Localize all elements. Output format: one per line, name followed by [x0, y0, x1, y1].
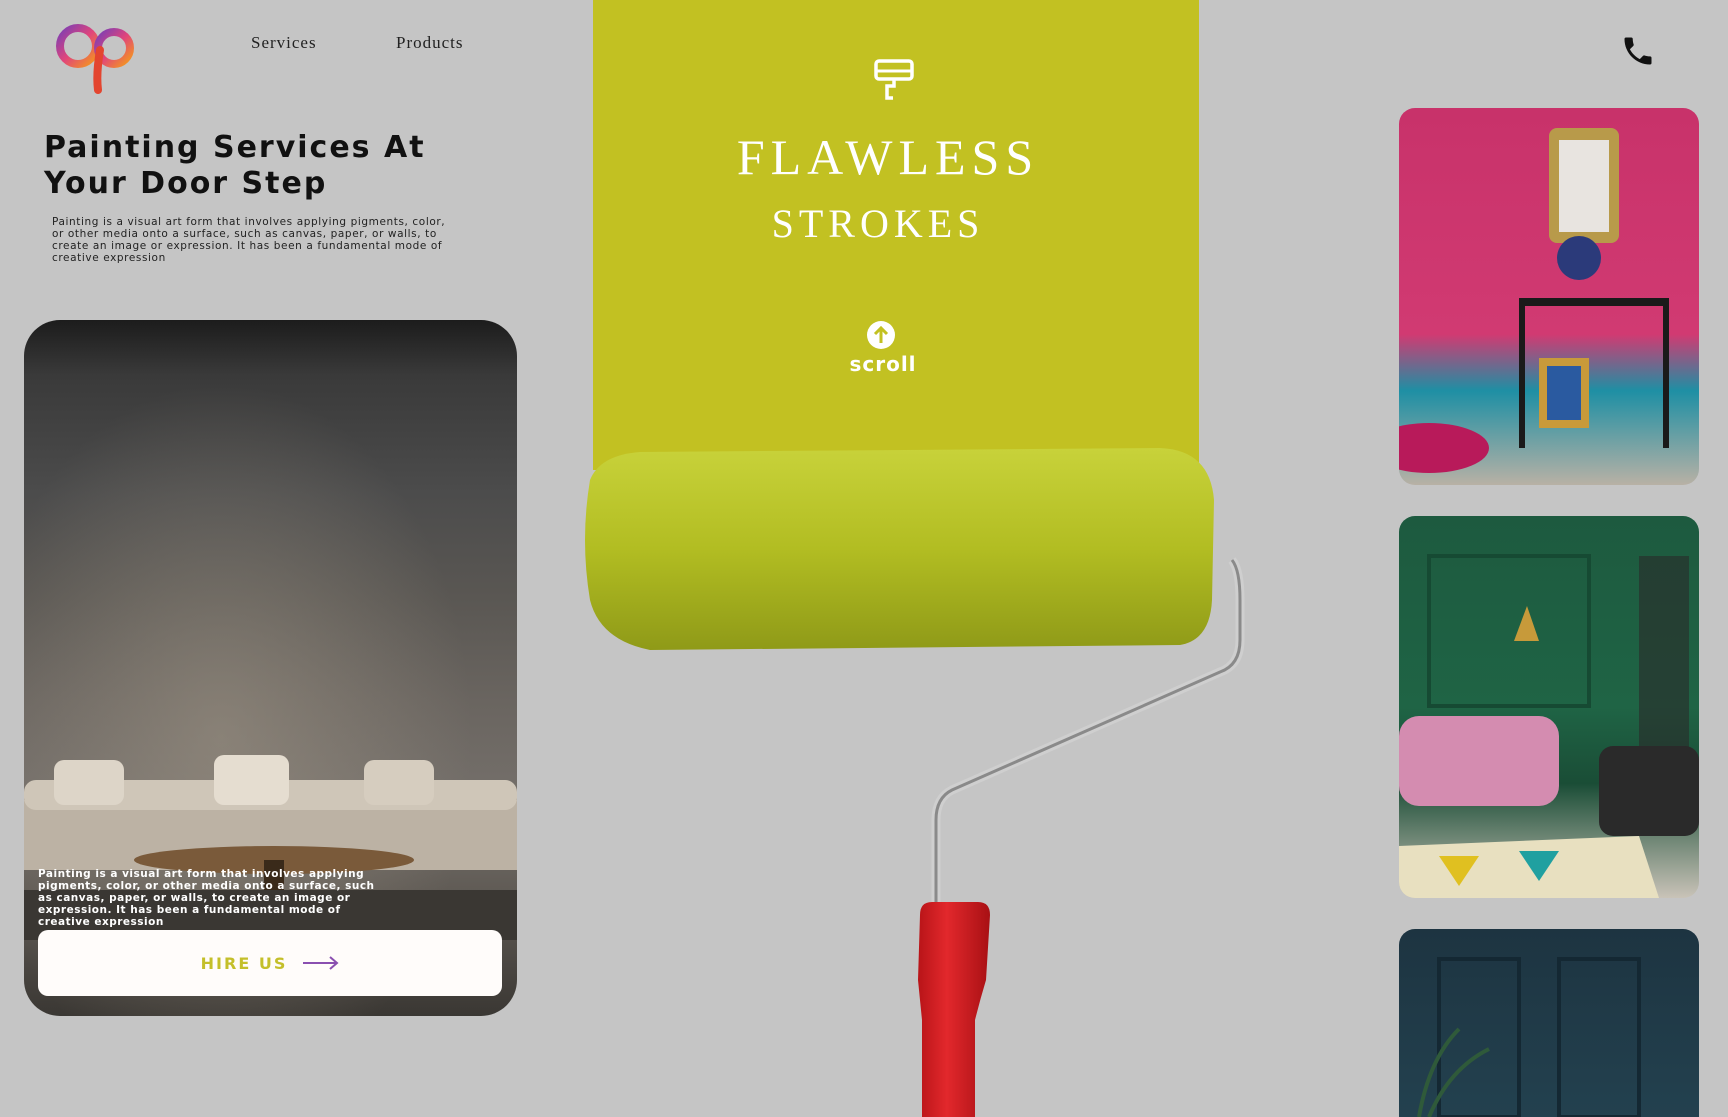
pink-room-image[interactable]	[1399, 108, 1699, 485]
hero-description: Painting is a visual art form that invol…	[52, 216, 446, 264]
brand-logo[interactable]	[52, 14, 142, 94]
scroll-label[interactable]: scroll	[823, 352, 943, 376]
scroll-up-icon[interactable]	[866, 320, 896, 350]
green-room-image[interactable]	[1399, 516, 1699, 898]
headline-line-1: FLAWLESS	[736, 129, 1040, 185]
living-room-card: Painting is a visual art form that invol…	[24, 320, 517, 1016]
navy-room-image[interactable]	[1399, 929, 1699, 1117]
phone-icon[interactable]	[1620, 33, 1656, 69]
headline-line-2: STROKES	[771, 201, 985, 246]
paint-roller-image	[585, 448, 1245, 1117]
nav-products[interactable]: Products	[396, 33, 464, 53]
hire-us-button[interactable]: HIRE US	[38, 930, 502, 996]
hero-title: Painting Services At Your Door Step	[44, 130, 426, 201]
navy-room-illustration	[1417, 957, 1641, 1117]
green-room-illustration	[1399, 554, 1699, 898]
arrow-right-icon	[303, 956, 339, 970]
hire-us-label: HIRE US	[200, 953, 288, 973]
pink-room-illustration	[1399, 128, 1669, 473]
hero-panel: FLAWLESS STROKES scroll	[593, 0, 1199, 470]
nav-services[interactable]: Services	[251, 33, 317, 53]
card-caption: Painting is a visual art form that invol…	[38, 868, 375, 928]
paint-brush-icon	[874, 59, 914, 100]
